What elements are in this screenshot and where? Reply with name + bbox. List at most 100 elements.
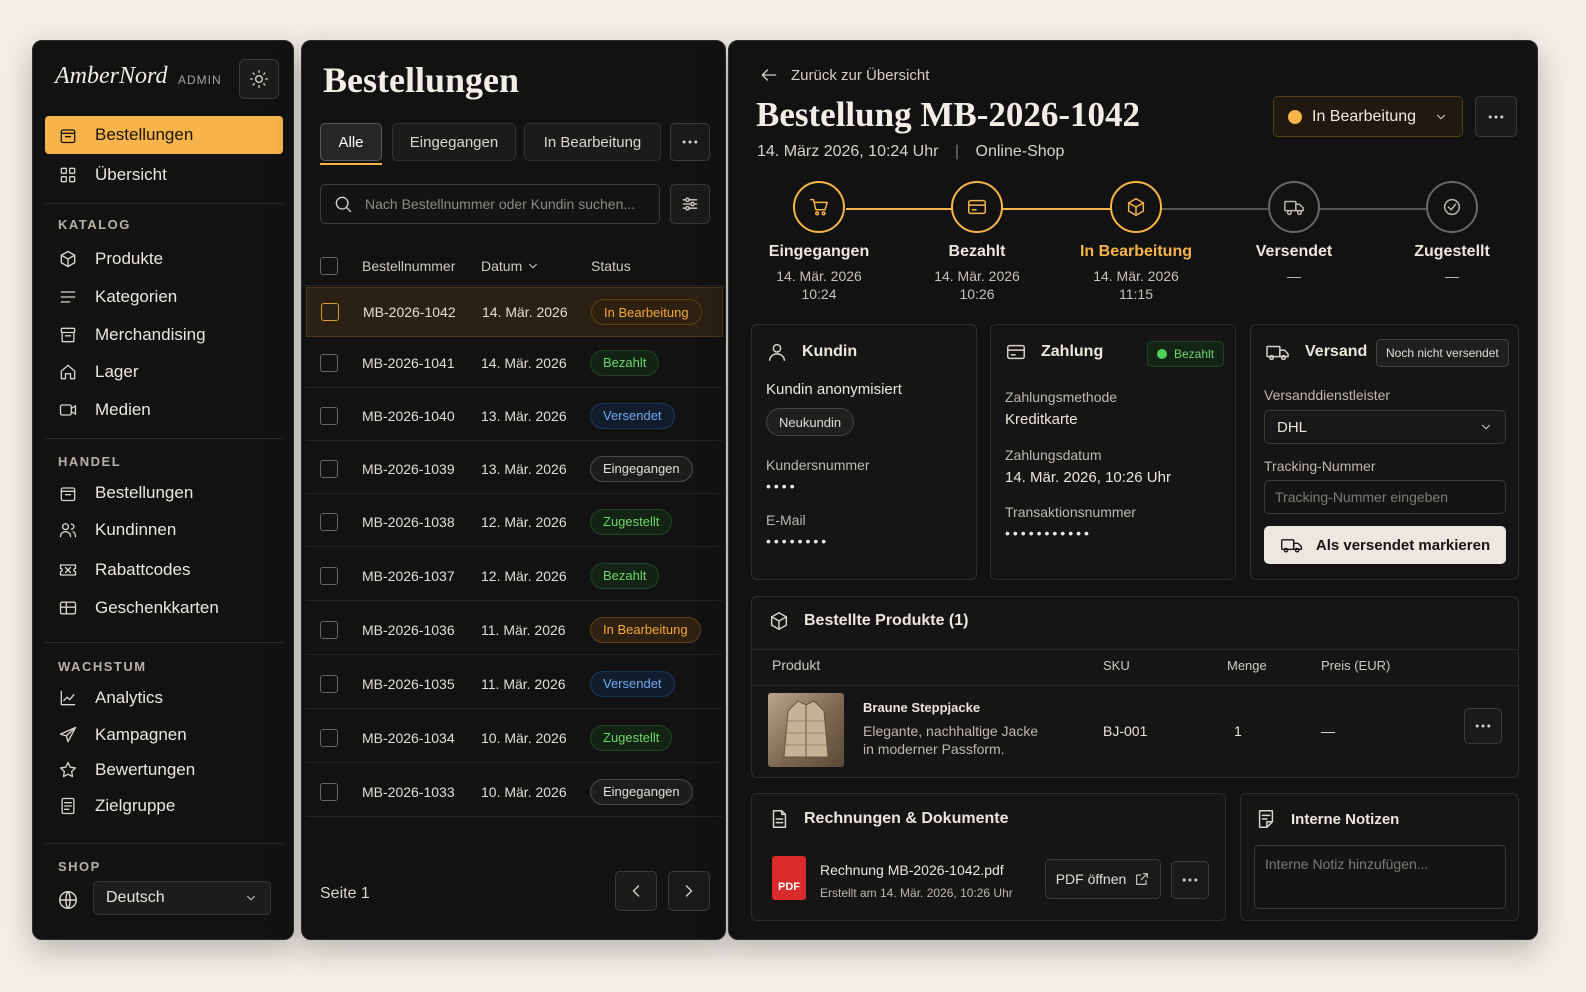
sidebar-item-bestellungen-top[interactable]: Bestellungen <box>45 116 283 154</box>
carrier-select[interactable]: DHL <box>1264 410 1506 444</box>
sidebar-item-produkte[interactable]: Produkte <box>45 240 283 278</box>
truck-icon <box>1280 539 1302 553</box>
tracking-input[interactable] <box>1264 480 1506 514</box>
more-tabs-button[interactable] <box>670 123 710 161</box>
table-row[interactable]: MB-2026-1034 10. Mär. 2026 Zugestellt <box>306 713 723 763</box>
step-date-day: 14. Mär. 2026 <box>934 268 1020 284</box>
carrier-value: DHL <box>1277 418 1308 436</box>
document-more-button[interactable] <box>1171 861 1209 899</box>
more-icon <box>1475 724 1491 728</box>
more-icon <box>1488 115 1504 118</box>
open-pdf-button[interactable]: PDF öffnen <box>1045 859 1161 899</box>
table-row[interactable]: MB-2026-1040 13. Mär. 2026 Versendet <box>306 391 723 441</box>
language-value: Deutsch <box>106 889 165 906</box>
product-more-button[interactable] <box>1464 708 1502 744</box>
external-link-icon <box>1136 873 1149 885</box>
sidebar-item-kategorien[interactable]: Kategorien <box>45 278 283 316</box>
notes-textarea[interactable] <box>1254 845 1506 909</box>
table-row[interactable]: MB-2026-1042 14. Mär. 2026 In Bearbeitung <box>306 287 723 337</box>
sidebar-item-merchandising[interactable]: Merchandising <box>45 316 283 354</box>
product-description-line1: Elegante, nachhaltige Jacke <box>863 723 1039 739</box>
list-icon <box>60 291 76 303</box>
search-input[interactable] <box>365 196 645 212</box>
sidebar-item-bestellungen[interactable]: Bestellungen <box>45 474 283 512</box>
divider <box>45 642 283 643</box>
sidebar-item-kampagnen[interactable]: Kampagnen <box>45 716 283 754</box>
next-page-button[interactable] <box>668 871 710 911</box>
sidebar-item-label: Geschenkkarten <box>95 598 219 617</box>
payment-date-label: Zahlungsdatum <box>1005 447 1102 463</box>
table-row[interactable]: MB-2026-1033 10. Mär. 2026 Eingegangen <box>306 767 723 817</box>
row-checkbox[interactable] <box>320 674 338 693</box>
row-checkbox[interactable] <box>320 620 338 639</box>
cart-icon <box>810 198 828 216</box>
column-header-date[interactable]: Datum <box>481 258 540 274</box>
order-title: Bestellung MB-2026-1042 <box>756 95 1141 134</box>
row-checkbox[interactable] <box>320 566 338 585</box>
row-checkbox[interactable] <box>320 353 338 372</box>
sidebar-item-analytics[interactable]: Analytics <box>45 679 283 717</box>
divider <box>752 685 1518 686</box>
search-field[interactable] <box>320 184 660 224</box>
customer-tag: Neukundin <box>766 408 855 436</box>
prev-page-button[interactable] <box>615 871 657 911</box>
tab-in-bearbeitung[interactable]: In Bearbeitung <box>524 123 661 161</box>
tab-alle[interactable]: Alle <box>320 123 382 165</box>
step-date-day: — <box>1445 268 1459 284</box>
step-circle <box>951 181 1003 233</box>
table-row[interactable]: MB-2026-1038 12. Mär. 2026 Zugestellt <box>306 497 723 547</box>
sidebar-item-medien[interactable]: Medien <box>45 391 283 429</box>
more-actions-button[interactable] <box>1475 96 1517 137</box>
row-checkbox[interactable] <box>320 406 338 425</box>
payment-card: Zahlung Bezahlt Zahlungsmethode Kreditka… <box>990 324 1236 580</box>
timeline-step: Eingegangen 14. Mär. 2026 10:24 <box>749 181 889 303</box>
customer-email-label: E-Mail <box>766 512 806 528</box>
row-checkbox[interactable] <box>320 782 338 801</box>
theme-toggle-button[interactable] <box>239 59 279 99</box>
video-icon <box>59 404 77 416</box>
table-row[interactable]: MB-2026-1039 13. Mär. 2026 Eingegangen <box>306 444 723 494</box>
document-filename[interactable]: Rechnung MB-2026-1042.pdf <box>820 862 1004 878</box>
customer-card-title: Kundin <box>766 341 857 363</box>
timeline-step: In Bearbeitung 14. Mär. 2026 11:15 <box>1066 181 1206 303</box>
sidebar-item-kundinnen[interactable]: Kundinnen <box>45 511 283 549</box>
sidebar-item-zielgruppe[interactable]: Zielgruppe <box>45 787 283 825</box>
row-checkbox[interactable] <box>320 459 338 478</box>
ticket-icon <box>59 564 77 576</box>
order-channel: Online-Shop <box>975 143 1065 160</box>
sidebar-item-label: Lager <box>95 362 139 381</box>
row-checkbox[interactable] <box>321 303 339 321</box>
filter-button[interactable] <box>670 184 710 224</box>
row-checkbox[interactable] <box>320 512 338 531</box>
sidebar-item-geschenkkarten[interactable]: Geschenkkarten <box>45 589 283 627</box>
table-row[interactable]: MB-2026-1037 12. Mär. 2026 Bezahlt <box>306 551 723 601</box>
products-card-title-label: Bestellte Produkte (1) <box>804 612 969 629</box>
products-card-title: Bestellte Produkte (1) <box>768 610 968 632</box>
order-date: 14. Mär. 2026 <box>482 304 568 320</box>
table-row[interactable]: MB-2026-1035 11. Mär. 2026 Versendet <box>306 659 723 709</box>
language-select[interactable]: Deutsch <box>93 881 271 915</box>
status-badge: Eingegangen <box>590 455 693 482</box>
step-circle <box>1110 181 1162 233</box>
section-heading-handel: HANDEL <box>58 454 122 469</box>
row-checkbox[interactable] <box>320 728 338 747</box>
timeline-step: Versendet — <box>1224 181 1364 285</box>
sidebar-item-label: Medien <box>95 400 151 419</box>
sidebar-item-uebersicht[interactable]: Übersicht <box>45 156 283 194</box>
sidebar-item-rabattcodes[interactable]: Rabattcodes <box>45 551 283 589</box>
step-date-time: 10:24 <box>801 286 837 302</box>
sidebar-item-bewertungen[interactable]: Bewertungen <box>45 751 283 789</box>
sidebar-item-lager[interactable]: Lager <box>45 353 283 391</box>
table-row[interactable]: MB-2026-1041 14. Mär. 2026 Bezahlt <box>306 338 723 388</box>
column-header-qty: Menge <box>1227 658 1267 673</box>
back-link[interactable]: Zurück zur Übersicht <box>759 65 929 85</box>
credit-card-icon <box>1007 344 1025 360</box>
table-row[interactable]: MB-2026-1036 11. Mär. 2026 In Bearbeitung <box>306 605 723 655</box>
status-select[interactable]: In Bearbeitung <box>1273 96 1463 137</box>
mark-shipped-button[interactable]: Als versendet markieren <box>1264 526 1506 564</box>
order-number: MB-2026-1034 <box>362 729 455 746</box>
select-all-checkbox[interactable] <box>320 256 338 275</box>
sidebar-item-label: Kundinnen <box>95 520 177 539</box>
star-icon <box>60 761 77 778</box>
tab-eingegangen[interactable]: Eingegangen <box>392 123 516 161</box>
